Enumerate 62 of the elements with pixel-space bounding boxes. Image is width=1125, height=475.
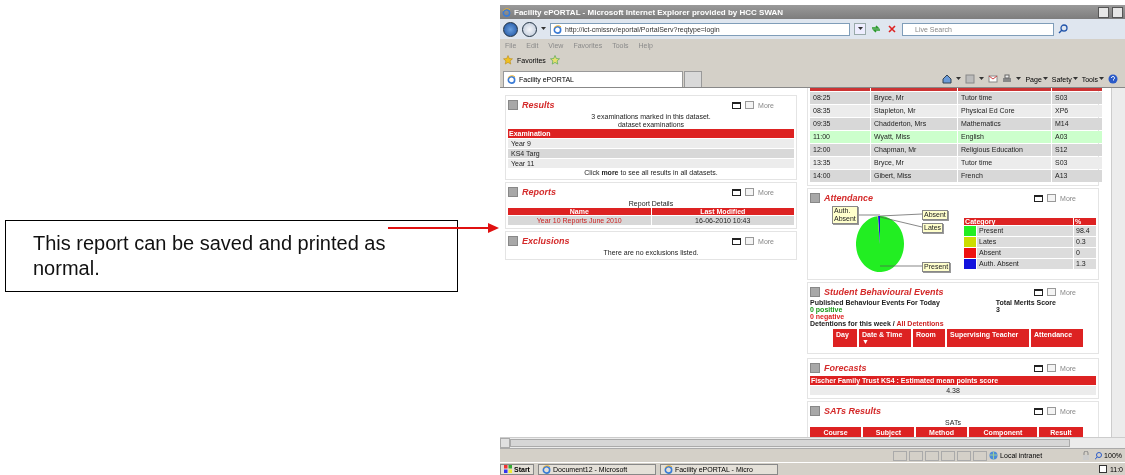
forward-button[interactable] [522,21,537,37]
caret-icon [1099,77,1104,81]
star-icon[interactable] [503,55,513,65]
refresh-icon[interactable] [870,23,882,35]
status-pane [957,450,972,461]
status-pane [909,450,924,461]
browser-logo-icon [541,464,551,474]
status-pane [893,450,908,461]
window-icon[interactable] [1034,288,1044,296]
mail-icon[interactable] [988,74,999,84]
window-icon[interactable] [1034,364,1044,372]
window-title: Facility ePORTAL - Microsoft Internet Explorer provided by HCC SWAN [514,7,785,17]
dropdown-button[interactable] [854,23,866,35]
printer-icon[interactable] [1002,74,1013,84]
panel-icon [810,193,820,203]
browser-logo-icon [663,464,673,474]
caret-icon [979,77,985,81]
window-icon[interactable] [732,188,742,196]
magnifier-icon [1095,451,1104,460]
panel-title: Reports [522,187,557,197]
search-icon[interactable] [1058,24,1068,34]
caret-icon [956,77,962,81]
caret-icon [541,27,546,31]
back-button[interactable] [503,21,518,37]
status-pane [973,450,988,461]
browser-logo-icon [553,24,562,34]
panel-icon [508,236,518,246]
panel-icon [508,100,518,110]
window-icon[interactable] [732,237,742,245]
minimize-button[interactable] [1098,6,1109,18]
panel-title: Forecasts [824,363,868,373]
panel-title: Attendance [824,193,874,203]
panel-icon [508,187,518,197]
pie-chart-drawing [856,216,904,272]
vertical-scrollbar[interactable] [1111,88,1125,437]
leader-line [879,265,923,267]
panel-title: Student Behavioural Events [824,287,945,297]
caret-icon [857,27,863,31]
panel-icon [810,287,820,297]
caret-icon [1042,77,1048,81]
status-pane [925,450,940,461]
globe-icon [989,451,999,460]
caret-icon [1072,77,1078,81]
home-icon[interactable] [942,74,953,84]
maximize-button[interactable] [1112,6,1123,18]
browser-logo-icon [507,75,516,84]
panel-icon [810,406,820,416]
panel-icon [810,363,820,373]
windows-logo-icon [504,465,512,473]
panel-title: SATs Results [824,406,882,416]
window-icon[interactable] [1034,194,1044,202]
new-tab-button[interactable] [684,71,702,87]
panel-title: Exclusions [522,236,571,246]
status-pane [941,450,956,461]
panel-title: Results [522,100,556,110]
caret-icon [1016,77,1022,81]
stop-icon[interactable] [886,23,898,35]
window-icon[interactable] [732,101,742,109]
horizontal-scrollbar[interactable] [500,437,1125,448]
browser-logo-icon [502,7,511,17]
callout-note: This report can be saved and printed as normal. [5,220,458,292]
window-icon[interactable] [1034,407,1044,415]
